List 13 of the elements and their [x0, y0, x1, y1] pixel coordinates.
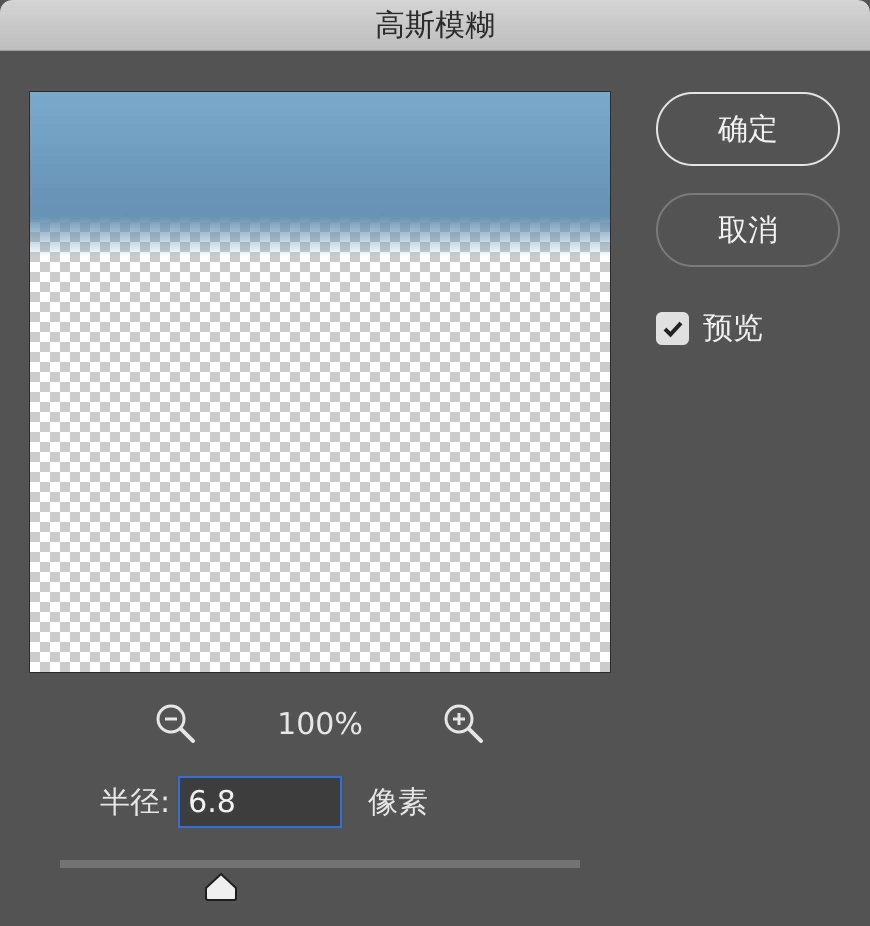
radius-label: 半径:: [100, 784, 170, 822]
cancel-button[interactable]: 取消: [656, 193, 840, 267]
checkmark-icon: [662, 320, 684, 338]
checkbox-label: 预览: [703, 310, 763, 348]
slider-thumb[interactable]: [204, 872, 238, 902]
zoom-level: 100%: [277, 706, 363, 742]
zoom-out-icon[interactable]: [155, 703, 198, 745]
window-title: 高斯模糊: [375, 6, 495, 44]
preview-checkbox[interactable]: [656, 312, 689, 345]
ok-button[interactable]: 确定: [656, 92, 840, 166]
zoom-in-icon[interactable]: [442, 703, 485, 745]
unit-label: 像素: [368, 784, 428, 822]
radius-field[interactable]: 6.8: [178, 776, 342, 828]
